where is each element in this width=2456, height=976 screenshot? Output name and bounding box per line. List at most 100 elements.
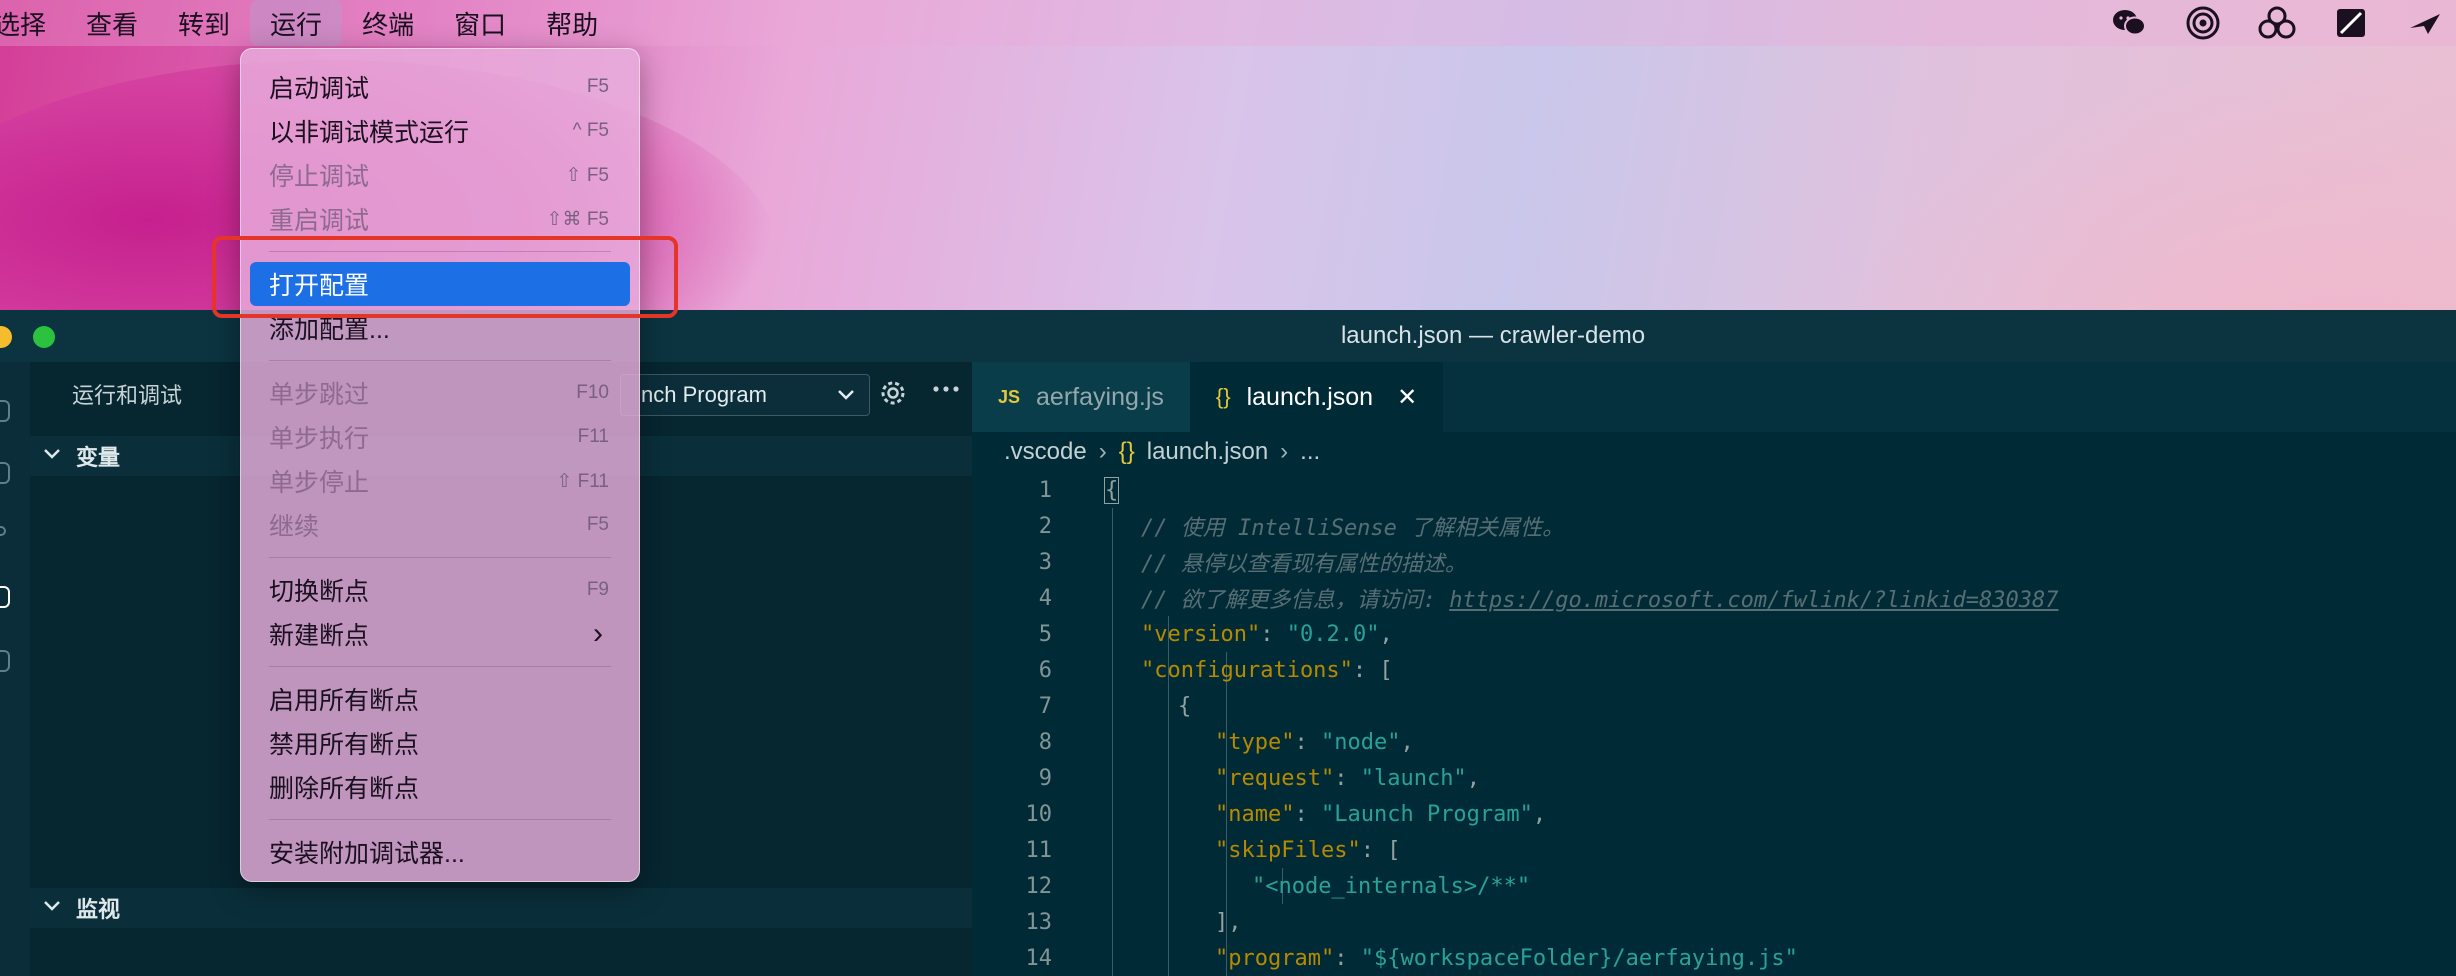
menu-item-shortcut: ⇧ F5: [565, 164, 609, 186]
code-line: 12 "<node_internals>/**": [972, 868, 2456, 904]
code-text: // 悬停以查看现有属性的描述。: [1141, 552, 1467, 577]
code-line: 10 "name": "Launch Program",: [972, 796, 2456, 832]
menu-separator: [269, 666, 611, 667]
chevron-right-icon: ›: [593, 617, 603, 650]
menu-item[interactable]: 删除所有断点: [241, 765, 639, 809]
menu-item[interactable]: 单步执行 F11: [241, 415, 639, 459]
code-line: 3 // 悬停以查看现有属性的描述。: [972, 544, 2456, 580]
watch-section-header[interactable]: 监视: [30, 888, 972, 928]
code-text: "program": "${workspaceFolder}/aerfaying…: [1215, 945, 1798, 971]
json-file-icon: {}: [1215, 384, 1231, 409]
menu-item[interactable]: 单步跳过 F10: [241, 371, 639, 415]
line-number: 9: [1038, 765, 1052, 791]
code-line: 11 "skipFiles": [: [972, 832, 2456, 868]
menu-item-label: 启用所有断点: [269, 687, 420, 715]
zoom-button[interactable]: [33, 326, 55, 348]
code-text: "<node_internals>/**": [1252, 873, 1531, 899]
code-text: "configurations": [: [1141, 657, 1393, 683]
chevron-right-icon: ›: [1280, 438, 1289, 465]
line-number: 6: [1038, 657, 1052, 683]
minimize-button[interactable]: [0, 326, 12, 348]
menu-item-label: 重启调试: [269, 207, 370, 235]
close-icon[interactable]: ✕: [1397, 383, 1417, 412]
explorer-icon[interactable]: [0, 400, 10, 422]
menu-window[interactable]: 窗口: [434, 0, 526, 46]
cluster-icon[interactable]: [2258, 4, 2296, 42]
search-icon[interactable]: [0, 462, 10, 484]
menu-item-label: 禁用所有断点: [269, 731, 420, 759]
code-line: 9 "request": "launch",: [972, 760, 2456, 796]
gear-icon[interactable]: [878, 378, 908, 415]
menu-item[interactable]: 启动调试 F5: [241, 65, 639, 109]
run-menu-dropdown: 启动调试 F5 以非调试模式运行 ^ F5 停止调试 ⇧ F5 重启调试 ⇧⌘ F5 打开配置添…: [240, 48, 640, 882]
line-number: 8: [1038, 729, 1052, 755]
json-file-icon: {}: [1118, 438, 1135, 465]
breadcrumb-file[interactable]: launch.json: [1147, 438, 1268, 466]
tab-launch-json[interactable]: {} launch.json ✕: [1189, 362, 1444, 432]
code-line: 4 // 欲了解更多信息，请访问: https://go.microsoft.co…: [972, 580, 2456, 616]
menu-item[interactable]: 安装附加调试器...: [241, 830, 639, 874]
run-debug-icon[interactable]: [0, 586, 10, 608]
line-number: 1: [1038, 477, 1052, 503]
wechat-icon[interactable]: [2110, 4, 2148, 42]
tab-label: aerfaying.js: [1036, 382, 1164, 411]
wallpaper-swoosh: [1800, 40, 2456, 312]
code-text: "name": "Launch Program",: [1215, 801, 1547, 827]
menu-item[interactable]: 禁用所有断点: [241, 721, 639, 765]
tab-aerfaying-js[interactable]: JS aerfaying.js: [972, 362, 1190, 432]
screen-icon[interactable]: [2332, 4, 2370, 42]
menu-item[interactable]: 重启调试 ⇧⌘ F5: [241, 197, 639, 241]
code-line: 14 "program": "${workspaceFolder}/aerfayi…: [972, 940, 2456, 976]
code-text: "skipFiles": [: [1215, 837, 1401, 863]
menu-item-shortcut: F10: [576, 382, 609, 403]
breadcrumb-symbol[interactable]: ...: [1300, 438, 1320, 466]
menu-view[interactable]: 查看: [66, 0, 158, 46]
breadcrumb: .vscode › {} launch.json › ...: [972, 432, 2456, 472]
code-text: "request": "launch",: [1215, 765, 1480, 791]
menu-item-label: 继续: [269, 513, 320, 541]
menu-item-shortcut: F5: [586, 514, 609, 535]
code-editor[interactable]: 1{2// 使用 IntelliSense 了解相关属性。 3// 悬停以查看现有…: [972, 472, 2456, 976]
code-line: 1{: [972, 472, 2456, 508]
menu-item[interactable]: 以非调试模式运行 ^ F5: [241, 109, 639, 153]
menu-item-shortcut: F9: [586, 579, 609, 600]
menu-item-label: 安装附加调试器...: [269, 840, 465, 868]
source-control-icon[interactable]: [0, 526, 6, 536]
menu-item[interactable]: 停止调试 ⇧ F5: [241, 153, 639, 197]
line-number: 7: [1038, 693, 1052, 719]
menu-item[interactable]: 启用所有断点: [241, 677, 639, 721]
menu-item-label: 切换断点: [269, 578, 370, 606]
code-text: {: [1104, 476, 1120, 504]
menu-run[interactable]: 运行: [250, 0, 343, 46]
line-number: 12: [1025, 873, 1053, 899]
menu-item[interactable]: 新建断点 ›: [241, 612, 639, 656]
watch-label: 监视: [76, 897, 121, 922]
menu-item[interactable]: 切换断点 F9: [241, 568, 639, 612]
menu-separator: [269, 360, 611, 361]
menu-item-label: 单步执行: [269, 425, 370, 453]
code-line: 2 // 使用 IntelliSense 了解相关属性。: [972, 508, 2456, 544]
menu-item[interactable]: 单步停止 ⇧ F11: [241, 459, 639, 503]
menu-item-label: 单步停止: [269, 469, 370, 497]
menu-go[interactable]: 转到: [158, 0, 250, 46]
extensions-icon[interactable]: [0, 650, 10, 672]
launch-config-value: nch Program: [641, 382, 767, 407]
menu-item[interactable]: 继续 F5: [241, 503, 639, 547]
airplane-icon[interactable]: [2406, 4, 2444, 42]
menu-bar: 选择 查看 转到 运行 终端 窗口 帮助: [0, 0, 2456, 46]
code-line: 13],: [972, 904, 2456, 940]
breadcrumb-folder[interactable]: .vscode: [1004, 438, 1087, 466]
menu-select[interactable]: 选择: [0, 0, 66, 46]
airdrop-icon[interactable]: [2184, 4, 2222, 42]
menu-terminal[interactable]: 终端: [342, 0, 434, 46]
menu-item-label: 以非调试模式运行: [269, 119, 470, 147]
line-number: 5: [1038, 621, 1052, 647]
line-number: 14: [1025, 945, 1053, 971]
menu-help[interactable]: 帮助: [526, 0, 618, 46]
launch-config-select[interactable]: nch Program: [620, 374, 870, 416]
code-text: // 欲了解更多信息，请访问: https://go.microsoft.com…: [1141, 588, 2059, 613]
menu-item-label: 启动调试: [269, 75, 370, 103]
more-actions-icon[interactable]: [930, 374, 962, 411]
menu-item-label: 删除所有断点: [269, 775, 420, 803]
line-number: 4: [1038, 585, 1052, 611]
